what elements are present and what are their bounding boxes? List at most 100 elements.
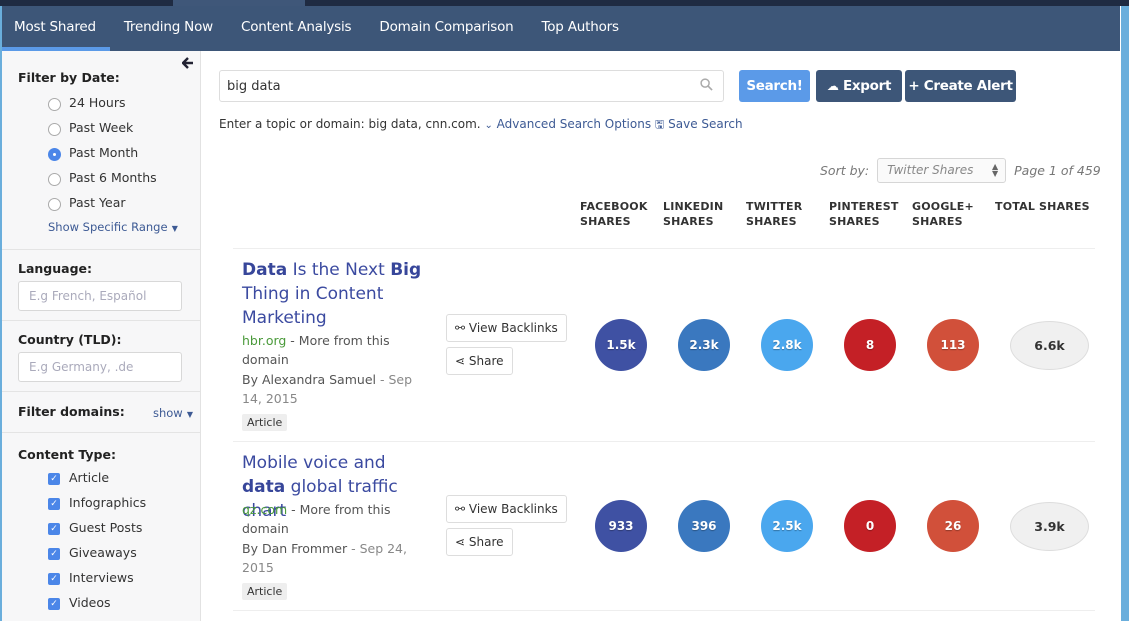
- checkbox-videos[interactable]: ✓ Videos: [18, 590, 184, 615]
- radio-past-month[interactable]: Past Month: [18, 140, 184, 165]
- advanced-label: Advanced Search Options: [496, 117, 652, 131]
- domain-link[interactable]: qz.com: [242, 502, 287, 517]
- content-type-badge: Article: [242, 414, 288, 431]
- title-part: Big: [390, 260, 422, 280]
- radio-button[interactable]: [48, 122, 61, 136]
- search-input[interactable]: [220, 71, 690, 101]
- country-section: Country (TLD):: [2, 321, 200, 392]
- radio-label: Past 6 Months: [69, 170, 157, 185]
- checkbox-interviews[interactable]: ✓ Interviews: [18, 565, 184, 590]
- checkbox-label: Giveaways: [69, 545, 137, 560]
- col-line: LINKEDIN: [663, 200, 724, 213]
- select-arrows-icon: ▲ ▼: [991, 162, 999, 178]
- checkbox-label: Article: [69, 470, 110, 485]
- domain-link[interactable]: hbr.org: [242, 333, 286, 348]
- export-label: Export: [842, 78, 892, 94]
- advanced-search-link[interactable]: ⌄ Advanced Search Options: [484, 117, 651, 131]
- tab-content-analysis[interactable]: Content Analysis: [227, 6, 365, 51]
- tab-top-authors[interactable]: Top Authors: [528, 6, 633, 51]
- checkbox-guest-posts[interactable]: ✓ Guest Posts: [18, 515, 184, 540]
- check-icon[interactable]: ✓: [48, 598, 60, 610]
- check-icon[interactable]: ✓: [48, 498, 60, 510]
- facebook-shares-badge: 933: [595, 500, 647, 552]
- radio-label: Past Year: [69, 195, 126, 210]
- col-line: PINTEREST: [829, 200, 899, 213]
- pinterest-shares-badge: 8: [844, 319, 896, 371]
- col-google-shares[interactable]: GOOGLE+ SHARES: [912, 199, 974, 229]
- checkbox-label: Videos: [69, 595, 111, 610]
- radio-24-hours[interactable]: 24 Hours: [18, 90, 184, 115]
- pinterest-shares-badge: 0: [844, 500, 896, 552]
- col-pinterest-shares[interactable]: PINTEREST SHARES: [829, 199, 899, 229]
- tab-domain-comparison[interactable]: Domain Comparison: [365, 6, 527, 51]
- result-title-link[interactable]: Data Is the Next Big Thing in Content Ma…: [242, 258, 432, 330]
- link-icon: ⚯: [455, 502, 466, 516]
- col-line: SHARES: [746, 215, 797, 228]
- author-link[interactable]: By Dan Frommer: [242, 541, 347, 556]
- check-icon[interactable]: ✓: [48, 473, 60, 485]
- title-part: Thing in Content Marketing: [242, 284, 384, 328]
- radio-label: Past Month: [69, 145, 139, 160]
- result-byline: By Alexandra Samuel - Sep 14, 2015: [242, 371, 432, 408]
- show-label[interactable]: show: [153, 406, 183, 420]
- search-button[interactable]: Search!: [739, 70, 810, 102]
- view-backlinks-button[interactable]: ⚯ View Backlinks: [446, 314, 567, 342]
- page-indicator: Page 1 of 459: [1014, 163, 1101, 178]
- check-icon[interactable]: ✓: [48, 573, 60, 585]
- country-input[interactable]: [18, 352, 182, 382]
- checkbox-infographics[interactable]: ✓ Infographics: [18, 490, 184, 515]
- radio-past-week[interactable]: Past Week: [18, 115, 184, 140]
- share-icon: ⋖: [455, 535, 466, 549]
- tab-most-shared[interactable]: Most Shared: [0, 6, 110, 51]
- sort-select[interactable]: Twitter Shares ▲ ▼: [877, 158, 1007, 183]
- tab-trending-now[interactable]: Trending Now: [110, 6, 227, 51]
- checkbox-article[interactable]: ✓ Article: [18, 465, 184, 490]
- radio-button[interactable]: [48, 172, 61, 186]
- result-row: Data Is the Next Big Thing in Content Ma…: [233, 248, 1095, 441]
- twitter-shares-badge: 2.5k: [761, 500, 813, 552]
- floppy-disk-icon: 🖫: [654, 118, 665, 131]
- create-alert-button[interactable]: + Create Alert: [905, 70, 1016, 102]
- specific-range-label[interactable]: Show Specific Range: [48, 220, 168, 234]
- col-line: TOTAL SHARES: [995, 200, 1090, 213]
- checkbox-label: Guest Posts: [69, 520, 143, 535]
- arrow-left-icon[interactable]: [181, 57, 194, 73]
- language-input[interactable]: [18, 281, 182, 311]
- radio-button-selected[interactable]: [48, 147, 61, 161]
- col-line: SHARES: [663, 215, 714, 228]
- sort-label: Sort by:: [820, 163, 870, 178]
- search-icon[interactable]: [700, 78, 713, 91]
- check-icon[interactable]: ✓: [48, 548, 60, 560]
- show-domains-toggle[interactable]: show ▼: [153, 406, 193, 421]
- link-icon: ⚯: [455, 321, 466, 335]
- check-icon[interactable]: ✓: [48, 523, 60, 535]
- export-button[interactable]: ☁ Export: [816, 70, 902, 102]
- radio-label: Past Week: [69, 120, 134, 135]
- col-twitter-shares[interactable]: TWITTER SHARES: [746, 199, 802, 229]
- domains-section: Filter domains: show ▼: [2, 392, 200, 433]
- share-button[interactable]: ⋖ Share: [446, 347, 513, 375]
- search-hint: Enter a topic or domain: big data, cnn.c…: [219, 116, 743, 135]
- content-type-badge: Article: [242, 583, 288, 600]
- col-total-shares[interactable]: TOTAL SHARES: [995, 199, 1090, 214]
- language-label: Language:: [18, 261, 93, 276]
- col-facebook-shares[interactable]: FACEBOOK SHARES: [580, 199, 648, 229]
- share-button[interactable]: ⋖ Share: [446, 528, 513, 556]
- radio-button[interactable]: [48, 97, 61, 111]
- result-meta: qz.com - More from this domain: [242, 501, 432, 538]
- button-label: Share: [468, 354, 504, 368]
- save-search-link[interactable]: 🖫 Save Search: [655, 117, 743, 131]
- twitter-shares-badge: 2.8k: [761, 319, 813, 371]
- radio-past-6-months[interactable]: Past 6 Months: [18, 165, 184, 190]
- checkbox-label: Interviews: [69, 570, 134, 585]
- radio-past-year[interactable]: Past Year: [18, 190, 184, 215]
- specific-range-link[interactable]: Show Specific Range ▼: [18, 220, 184, 235]
- checkbox-giveaways[interactable]: ✓ Giveaways: [18, 540, 184, 565]
- save-label: Save Search: [668, 117, 743, 131]
- radio-button[interactable]: [48, 197, 61, 211]
- author-link[interactable]: By Alexandra Samuel: [242, 372, 376, 387]
- view-backlinks-button[interactable]: ⚯ View Backlinks: [446, 495, 567, 523]
- right-scrollbar[interactable]: [1121, 6, 1129, 621]
- result-meta: hbr.org - More from this domain: [242, 332, 432, 369]
- col-linkedin-shares[interactable]: LINKEDIN SHARES: [663, 199, 723, 229]
